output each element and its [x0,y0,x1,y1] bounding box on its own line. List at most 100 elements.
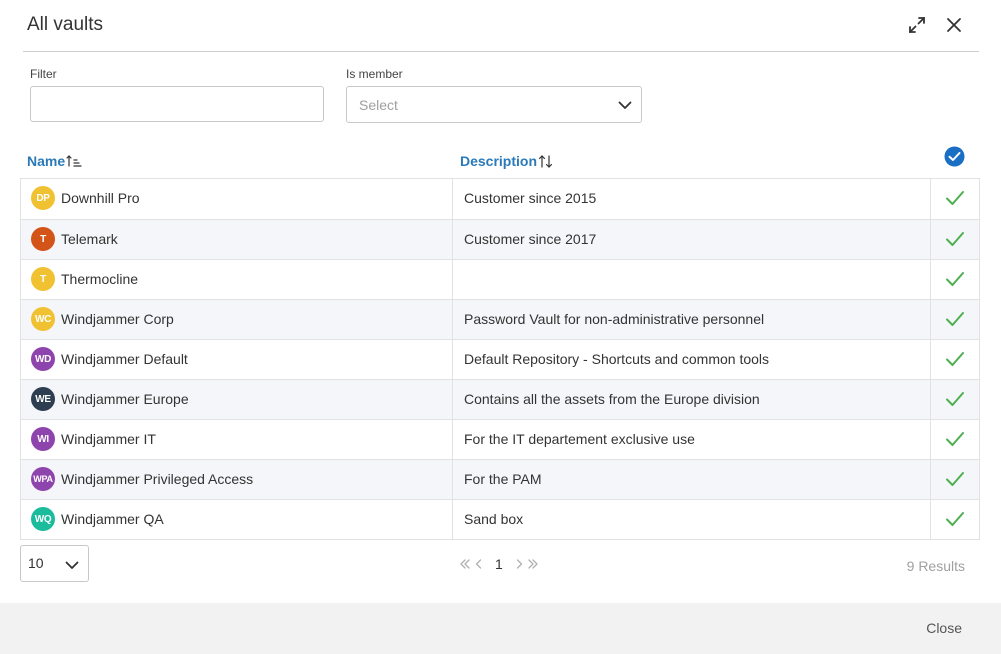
table-row[interactable]: WI Windjammer IT For the IT departement ex… [21,419,979,459]
avatar: WD [31,347,55,371]
vault-name: Windjammer Default [61,351,188,367]
vault-description: Customer since 2017 [464,231,597,247]
dialog-header: All vaults [0,0,1001,52]
vault-description: For the IT departement exclusive use [464,431,695,447]
table-row[interactable]: WE Windjammer Europe Contains all the asse… [21,379,979,419]
vaults-table: DP Downhill Pro Customer since 2015 T Telema… [20,178,980,540]
description-cell: Customer since 2015 [453,179,931,219]
description-cell [453,260,931,299]
name-cell: WD Windjammer Default [21,340,453,379]
column-header-name-label: Name [27,153,66,169]
vault-name: Windjammer Privileged Access [61,471,254,487]
table-row[interactable]: WPA Windjammer Privileged Access For the P… [21,459,979,499]
member-cell [931,420,979,459]
check-icon[interactable] [945,230,965,248]
check-icon[interactable] [945,189,965,207]
avatar: WPA [31,467,55,491]
table-row[interactable]: T Thermocline [21,259,979,299]
avatar: WE [31,387,55,411]
description-cell: Customer since 2017 [453,220,931,259]
column-header-description[interactable]: Description [460,153,554,169]
expand-icon[interactable] [906,14,928,36]
check-icon[interactable] [945,430,965,448]
name-cell: WE Windjammer Europe [21,380,453,419]
chevron-down-icon [65,561,79,569]
filter-input[interactable] [30,86,324,122]
vault-description: Customer since 2015 [464,190,597,206]
vault-description: For the PAM [464,471,542,487]
vault-name: Windjammer IT [61,431,156,447]
table-row[interactable]: WD Windjammer Default Default Repository -… [21,339,979,379]
all-vaults-dialog: All vaults Filter Is member Select Name [0,0,1001,654]
last-page-icon[interactable] [526,556,540,572]
description-cell: Sand box [453,500,931,539]
avatar: WQ [31,507,55,531]
table-row[interactable]: T Telemark Customer since 2017 [21,219,979,259]
vault-name: Windjammer Corp [61,311,174,327]
first-page-icon[interactable] [458,556,472,572]
next-page-icon[interactable] [512,556,526,572]
vault-description: Password Vault for non-administrative pe… [464,311,765,327]
previous-page-icon[interactable] [472,556,486,572]
check-icon[interactable] [945,510,965,528]
column-header-description-label: Description [460,153,538,169]
table-row[interactable]: WC Windjammer Corp Password Vault for non-… [21,299,979,339]
name-cell: WPA Windjammer Privileged Access [21,460,453,499]
member-cell [931,179,979,219]
member-cell [931,500,979,539]
name-cell: DP Downhill Pro [21,179,453,219]
close-button[interactable]: Close [926,620,962,636]
close-icon[interactable] [943,14,965,36]
name-cell: WQ Windjammer QA [21,500,453,539]
results-count: 9 Results [906,558,965,574]
check-icon[interactable] [945,270,965,288]
dialog-title: All vaults [27,14,104,35]
column-header-name[interactable]: Name [27,153,82,169]
name-cell: WI Windjammer IT [21,420,453,459]
avatar: WI [31,427,55,451]
vault-description: Contains all the assets from the Europe … [464,391,760,407]
name-cell: T Telemark [21,220,453,259]
check-icon[interactable] [945,310,965,328]
is-member-placeholder: Select [359,97,398,113]
check-icon[interactable] [945,390,965,408]
table-row[interactable]: DP Downhill Pro Customer since 2015 [21,179,979,219]
vault-name: Windjammer QA [61,511,164,527]
description-cell: Default Repository - Shortcuts and commo… [453,340,931,379]
page-number-current[interactable]: 1 [495,556,503,572]
avatar: T [31,267,55,291]
table-row[interactable]: WQ Windjammer QA Sand box [21,499,979,539]
member-cell [931,460,979,499]
avatar: WC [31,307,55,331]
vault-name: Windjammer Europe [61,391,189,407]
avatar: T [31,227,55,251]
member-cell [931,380,979,419]
page-size-select[interactable]: 10 [20,545,89,582]
description-cell: For the PAM [453,460,931,499]
name-cell: WC Windjammer Corp [21,300,453,339]
member-cell [931,340,979,379]
filter-label: Filter [30,67,57,81]
sort-ascending-icon [66,155,82,167]
vault-name: Thermocline [61,271,139,287]
vault-description: Sand box [464,511,524,527]
pagination: 1 [458,556,540,572]
header-divider [23,51,979,52]
sort-icon [538,154,553,168]
description-cell: For the IT departement exclusive use [453,420,931,459]
chevron-down-icon [618,101,632,109]
select-all-check-icon[interactable] [944,146,965,167]
description-cell: Contains all the assets from the Europe … [453,380,931,419]
is-member-select[interactable]: Select [346,86,642,123]
dialog-footer: Close [0,603,1001,654]
avatar: DP [31,186,55,210]
page-size-value: 10 [28,555,44,571]
check-icon[interactable] [945,350,965,368]
member-cell [931,260,979,299]
check-icon[interactable] [945,470,965,488]
description-cell: Password Vault for non-administrative pe… [453,300,931,339]
vault-name: Downhill Pro [61,190,140,206]
vault-description: Default Repository - Shortcuts and commo… [464,351,770,367]
is-member-label: Is member [346,67,403,81]
member-cell [931,220,979,259]
